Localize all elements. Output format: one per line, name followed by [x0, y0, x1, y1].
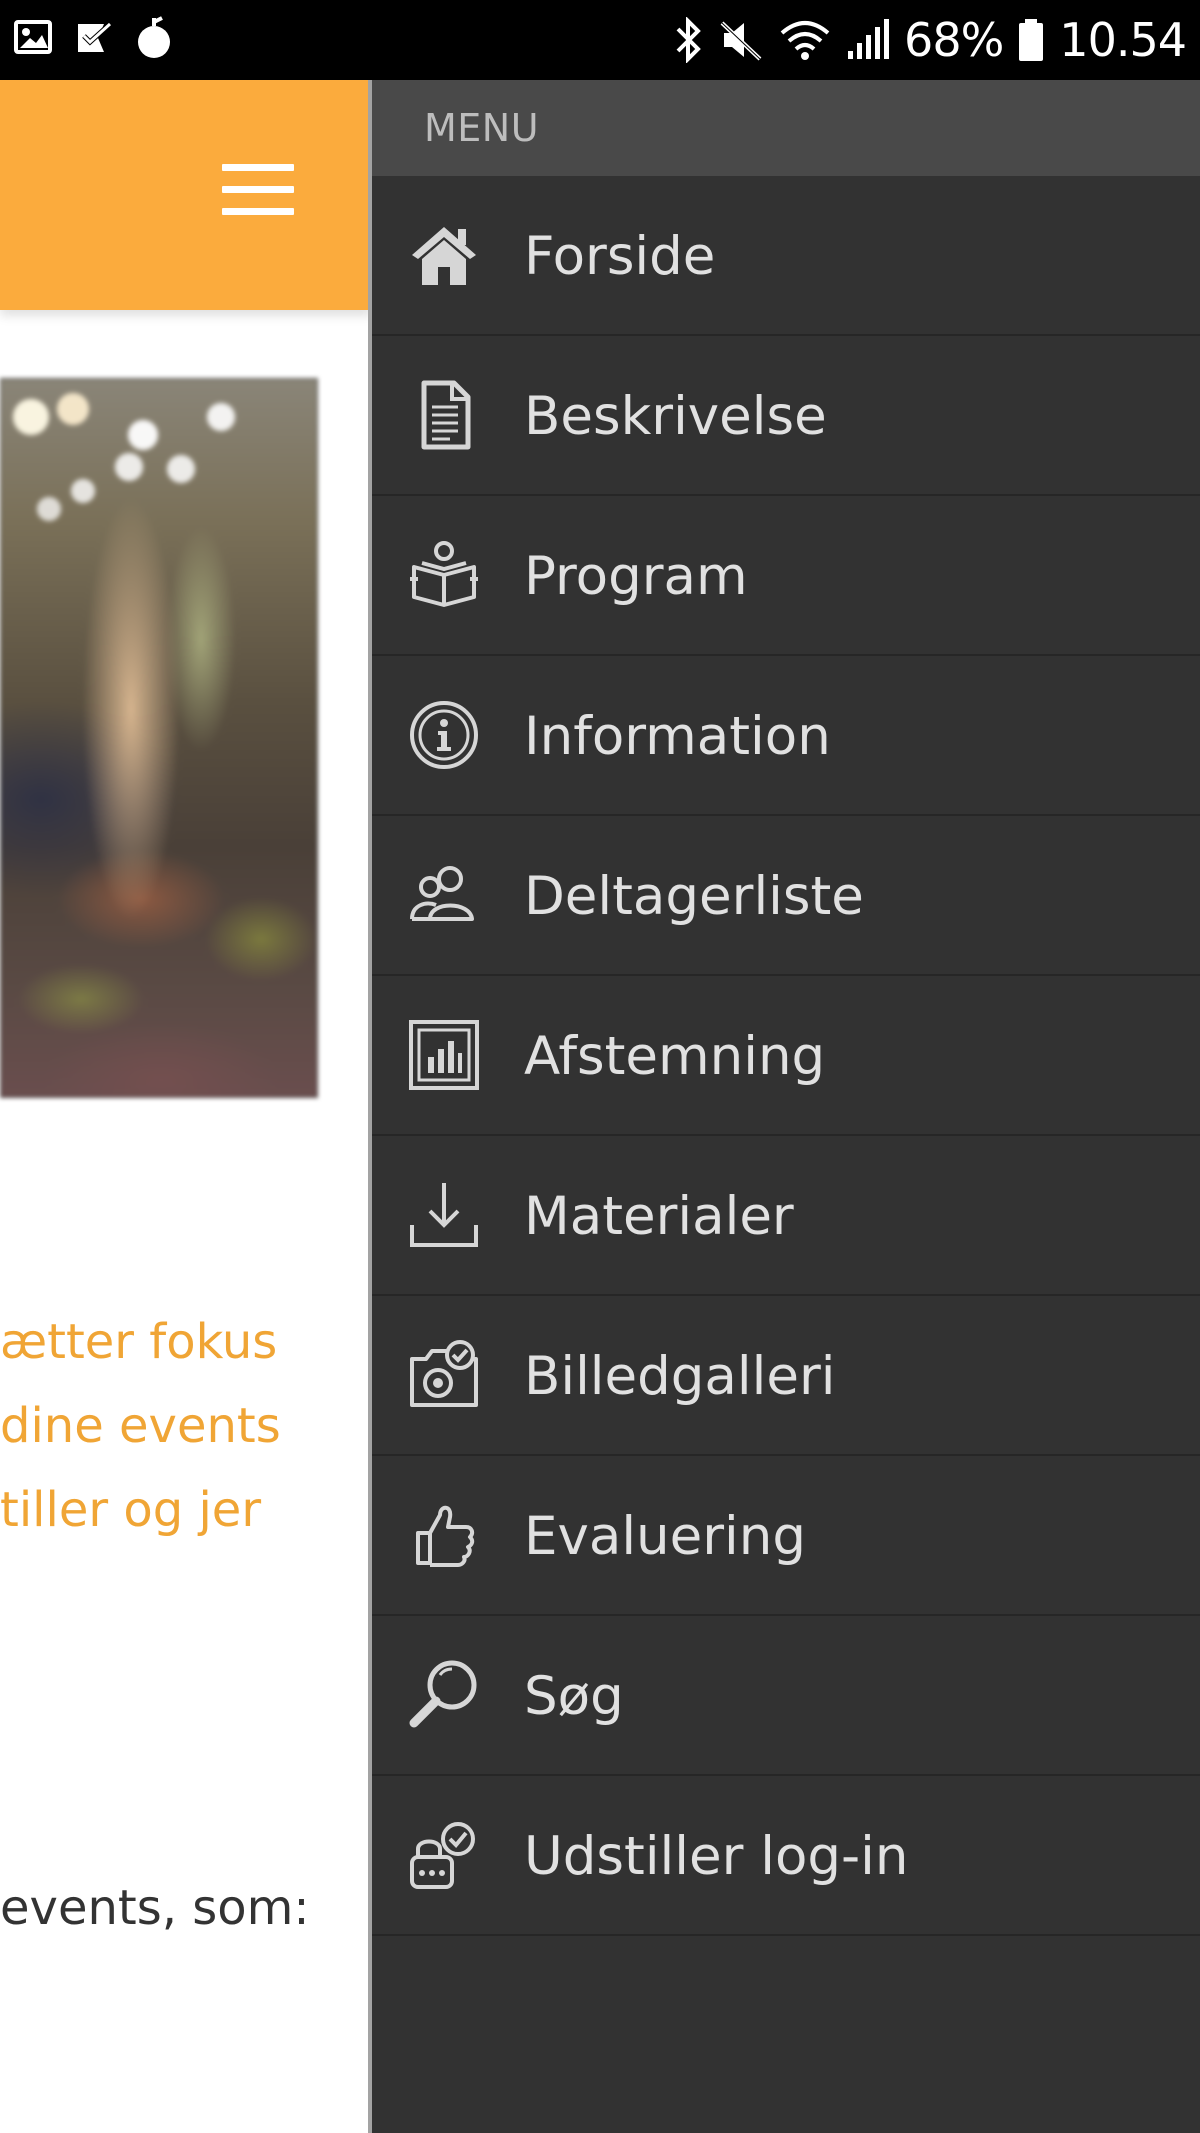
intro-orange-text: ætter fokus dine events tiller og jer [0, 1300, 300, 1552]
thumbs-up-icon [416, 1505, 475, 1567]
menu-item-udstiller-log-in[interactable]: Udstiller log-in [372, 1776, 1200, 1936]
task-notification-icon [78, 22, 112, 52]
menu-item-afstemning[interactable]: Afstemning [372, 976, 1200, 1136]
hero-image [0, 378, 318, 1098]
signal-icon [848, 19, 890, 59]
clock: 10.54 [1059, 13, 1187, 67]
menu-item-label: Materialer [524, 1186, 794, 1247]
wifi-icon [780, 21, 830, 60]
menu-item-label: Udstiller log-in [524, 1826, 909, 1887]
search-icon [409, 1660, 477, 1728]
menu-item-label: Søg [524, 1666, 624, 1727]
home-icon [412, 227, 476, 285]
menu-item-label: Deltagerliste [524, 866, 864, 927]
page-header [0, 80, 372, 310]
people-icon [410, 866, 474, 921]
battery-percent: 68% [904, 13, 1004, 67]
bluetooth-icon [676, 17, 701, 63]
drawer-header: MENU [372, 80, 1200, 176]
status-bar-system: 68% 10.54 [674, 10, 1187, 70]
document-icon [421, 380, 471, 450]
menu-item-label: Forside [524, 226, 716, 287]
intro-line: dine events [0, 1398, 281, 1454]
menu-item-materialer[interactable]: Materialer [372, 1136, 1200, 1296]
status-bar-notifications [14, 16, 174, 60]
menu-item-label: Program [524, 546, 748, 607]
drawer-title: MENU [424, 106, 540, 150]
navigation-drawer: MENU Forside Beskrivelse Program Informa… [368, 80, 1200, 2133]
mute-icon [720, 21, 762, 61]
hamburger-menu-icon[interactable] [222, 164, 294, 216]
menu-item-label: Evaluering [524, 1506, 807, 1567]
menu-list: Forside Beskrivelse Program Information … [372, 176, 1200, 1936]
menu-item-forside[interactable]: Forside [372, 176, 1200, 336]
body-text: events, som: [0, 1880, 310, 1936]
bar-chart-icon [409, 1020, 479, 1090]
menu-item-billedgalleri[interactable]: Billedgalleri [372, 1296, 1200, 1456]
exhibitor-login-icon [410, 1822, 475, 1889]
camera-icon [410, 1340, 478, 1407]
menu-item-beskrivelse[interactable]: Beskrivelse [372, 336, 1200, 496]
status-bar: 68% 10.54 [0, 0, 1200, 80]
intro-line: ætter fokus [0, 1314, 278, 1370]
open-book-icon [410, 541, 478, 607]
menu-item-sog[interactable]: Søg [372, 1616, 1200, 1776]
app-notification-icon [138, 16, 170, 58]
menu-item-label: Information [524, 706, 831, 767]
intro-line: tiller og jer [0, 1482, 262, 1538]
menu-item-label: Afstemning [524, 1026, 826, 1087]
menu-item-information[interactable]: Information [372, 656, 1200, 816]
download-icon [410, 1183, 478, 1247]
menu-item-evaluering[interactable]: Evaluering [372, 1456, 1200, 1616]
battery-icon [1019, 19, 1044, 61]
menu-item-deltagerliste[interactable]: Deltagerliste [372, 816, 1200, 976]
menu-item-program[interactable]: Program [372, 496, 1200, 656]
menu-item-label: Beskrivelse [524, 386, 827, 447]
info-icon [410, 701, 478, 769]
gallery-notification-icon [14, 20, 52, 54]
menu-item-label: Billedgalleri [524, 1346, 836, 1407]
